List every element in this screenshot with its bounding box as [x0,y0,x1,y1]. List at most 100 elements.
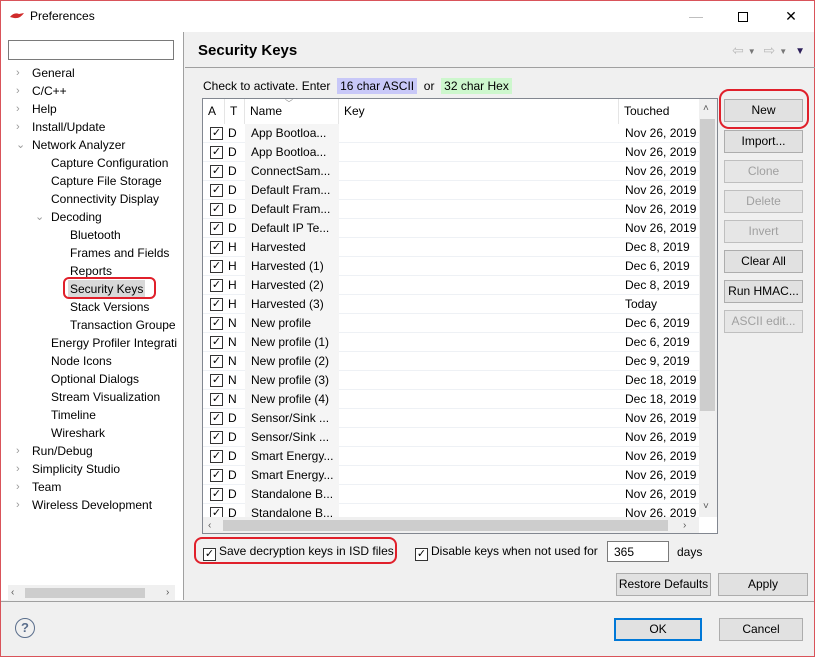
active-checkbox[interactable]: ✓ [210,279,223,292]
table-row[interactable]: ✓ H Harvested (3) Today [203,295,699,314]
clone-button[interactable]: Clone [724,160,803,183]
key-cell[interactable] [339,314,619,333]
name-cell[interactable]: Harvested [245,238,339,257]
name-cell[interactable]: Sensor/Sink ... [245,409,339,428]
tree-item[interactable]: Energy Profiler Integrati [1,334,184,352]
name-cell[interactable]: Harvested (2) [245,276,339,295]
name-cell[interactable]: Sensor/Sink ... [245,428,339,447]
forward-arrow-icon[interactable]: ⇨ [764,42,776,58]
tree-item[interactable]: Node Icons [1,352,184,370]
key-cell[interactable] [339,447,619,466]
name-cell[interactable]: App Bootloa... [245,124,339,143]
collapse-arrow-icon[interactable]: ⌄ [35,208,45,226]
active-checkbox[interactable]: ✓ [210,127,223,140]
key-cell[interactable] [339,181,619,200]
clear-all-button[interactable]: Clear All [724,250,803,273]
table-row[interactable]: ✓ D Default Fram... Nov 26, 2019 [203,200,699,219]
scroll-left-icon[interactable]: ‹ [208,518,211,533]
table-row[interactable]: ✓ H Harvested (1) Dec 6, 2019 [203,257,699,276]
column-header-type[interactable]: T [225,99,245,124]
table-row[interactable]: ✓ D Smart Energy... Nov 26, 2019 [203,447,699,466]
key-cell[interactable] [339,390,619,409]
key-cell[interactable] [339,352,619,371]
table-vertical-scrollbar[interactable]: ˄ ˅ [699,99,717,517]
tree-item[interactable]: › C/C++ [1,82,184,100]
apply-button[interactable]: Apply [718,573,808,596]
key-cell[interactable] [339,124,619,143]
expand-arrow-icon[interactable]: › [16,100,26,118]
tree-item[interactable]: Bluetooth [1,226,184,244]
scroll-down-icon[interactable]: ˅ [703,499,709,514]
key-cell[interactable] [339,428,619,447]
maximize-button[interactable] [720,1,766,32]
tree-item[interactable]: › Simplicity Studio [1,460,184,478]
tree-item[interactable]: Capture File Storage [1,172,184,190]
active-checkbox[interactable]: ✓ [210,165,223,178]
ascii-edit-button[interactable]: ASCII edit... [724,310,803,333]
name-cell[interactable]: New profile (3) [245,371,339,390]
column-header-active[interactable]: A [203,99,225,124]
key-cell[interactable] [339,371,619,390]
active-checkbox[interactable]: ✓ [210,374,223,387]
table-row[interactable]: ✓ D Smart Energy... Nov 26, 2019 [203,466,699,485]
key-cell[interactable] [339,143,619,162]
expand-arrow-icon[interactable]: › [16,118,26,136]
tree-item[interactable]: ⌄ Decoding [1,208,184,226]
table-row[interactable]: ✓ D ConnectSam... Nov 26, 2019 [203,162,699,181]
run-hmac-button[interactable]: Run HMAC... [724,280,803,303]
help-icon[interactable]: ? [15,618,35,638]
key-cell[interactable] [339,238,619,257]
import-button[interactable]: Import... [724,130,803,153]
invert-button[interactable]: Invert [724,220,803,243]
name-cell[interactable]: ConnectSam... [245,162,339,181]
table-row[interactable]: ✓ D Sensor/Sink ... Nov 26, 2019 [203,409,699,428]
active-checkbox[interactable]: ✓ [210,393,223,406]
name-cell[interactable]: Harvested (1) [245,257,339,276]
active-checkbox[interactable]: ✓ [210,298,223,311]
expand-arrow-icon[interactable]: › [16,64,26,82]
forward-dropdown-icon[interactable]: ▼ [779,47,787,56]
name-cell[interactable]: Standalone B... [245,485,339,504]
table-row[interactable]: ✓ H Harvested (2) Dec 8, 2019 [203,276,699,295]
name-cell[interactable]: Default Fram... [245,200,339,219]
key-cell[interactable] [339,333,619,352]
minimize-button[interactable]: — [673,1,719,32]
expand-arrow-icon[interactable]: › [16,478,26,496]
key-cell[interactable] [339,409,619,428]
tree-item[interactable]: Stack Versions [1,298,184,316]
table-row[interactable]: ✓ D Default Fram... Nov 26, 2019 [203,181,699,200]
collapse-arrow-icon[interactable]: ⌄ [16,136,26,154]
name-cell[interactable]: Harvested (3) [245,295,339,314]
name-cell[interactable]: Smart Energy... [245,447,339,466]
column-header-touched[interactable]: Touched [619,99,699,124]
active-checkbox[interactable]: ✓ [210,146,223,159]
tree-item[interactable]: Wireshark [1,424,184,442]
expand-arrow-icon[interactable]: › [16,496,26,514]
tree-item[interactable]: Connectivity Display [1,190,184,208]
key-cell[interactable] [339,485,619,504]
table-row[interactable]: ✓ N New profile Dec 6, 2019 [203,314,699,333]
active-checkbox[interactable]: ✓ [210,431,223,444]
tree-item[interactable]: Transaction Groupe [1,316,184,334]
scroll-left-icon[interactable]: ‹ [11,585,14,600]
tree-item[interactable]: ⌄ Network Analyzer [1,136,184,154]
disable-keys-option[interactable]: ✓ Disable keys when not used for [415,543,598,561]
active-checkbox[interactable]: ✓ [210,222,223,235]
table-horizontal-scrollbar[interactable]: ‹ › [203,517,699,533]
active-checkbox[interactable]: ✓ [210,317,223,330]
key-cell[interactable] [339,219,619,238]
name-cell[interactable]: New profile (1) [245,333,339,352]
table-vertical-scroll-thumb[interactable] [700,119,715,411]
tree-item[interactable]: › Install/Update [1,118,184,136]
table-row[interactable]: ✓ N New profile (1) Dec 6, 2019 [203,333,699,352]
table-row[interactable]: ✓ D App Bootloa... Nov 26, 2019 [203,124,699,143]
tree-horizontal-scrollbar[interactable]: ‹ › [8,585,175,600]
active-checkbox[interactable]: ✓ [210,469,223,482]
scroll-right-icon[interactable]: › [683,518,686,533]
active-checkbox[interactable]: ✓ [210,355,223,368]
tree-item[interactable]: Frames and Fields [1,244,184,262]
key-cell[interactable] [339,466,619,485]
back-arrow-icon[interactable]: ⇦ [732,42,744,58]
table-row[interactable]: ✓ N New profile (4) Dec 18, 2019 [203,390,699,409]
active-checkbox[interactable]: ✓ [210,412,223,425]
